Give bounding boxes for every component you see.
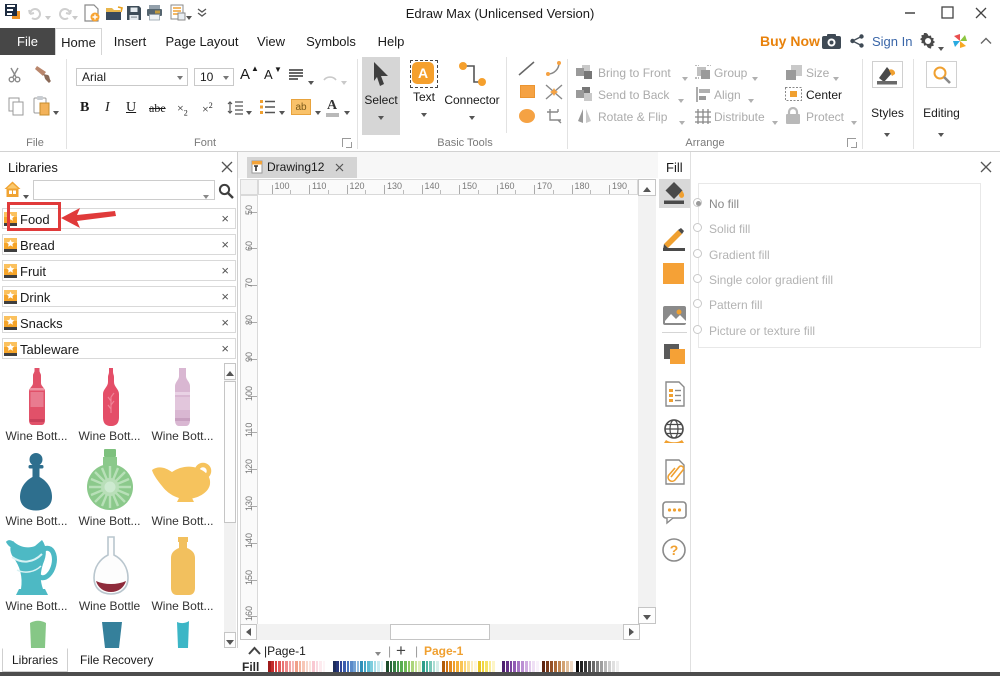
svg-text:?: ? (670, 542, 679, 558)
